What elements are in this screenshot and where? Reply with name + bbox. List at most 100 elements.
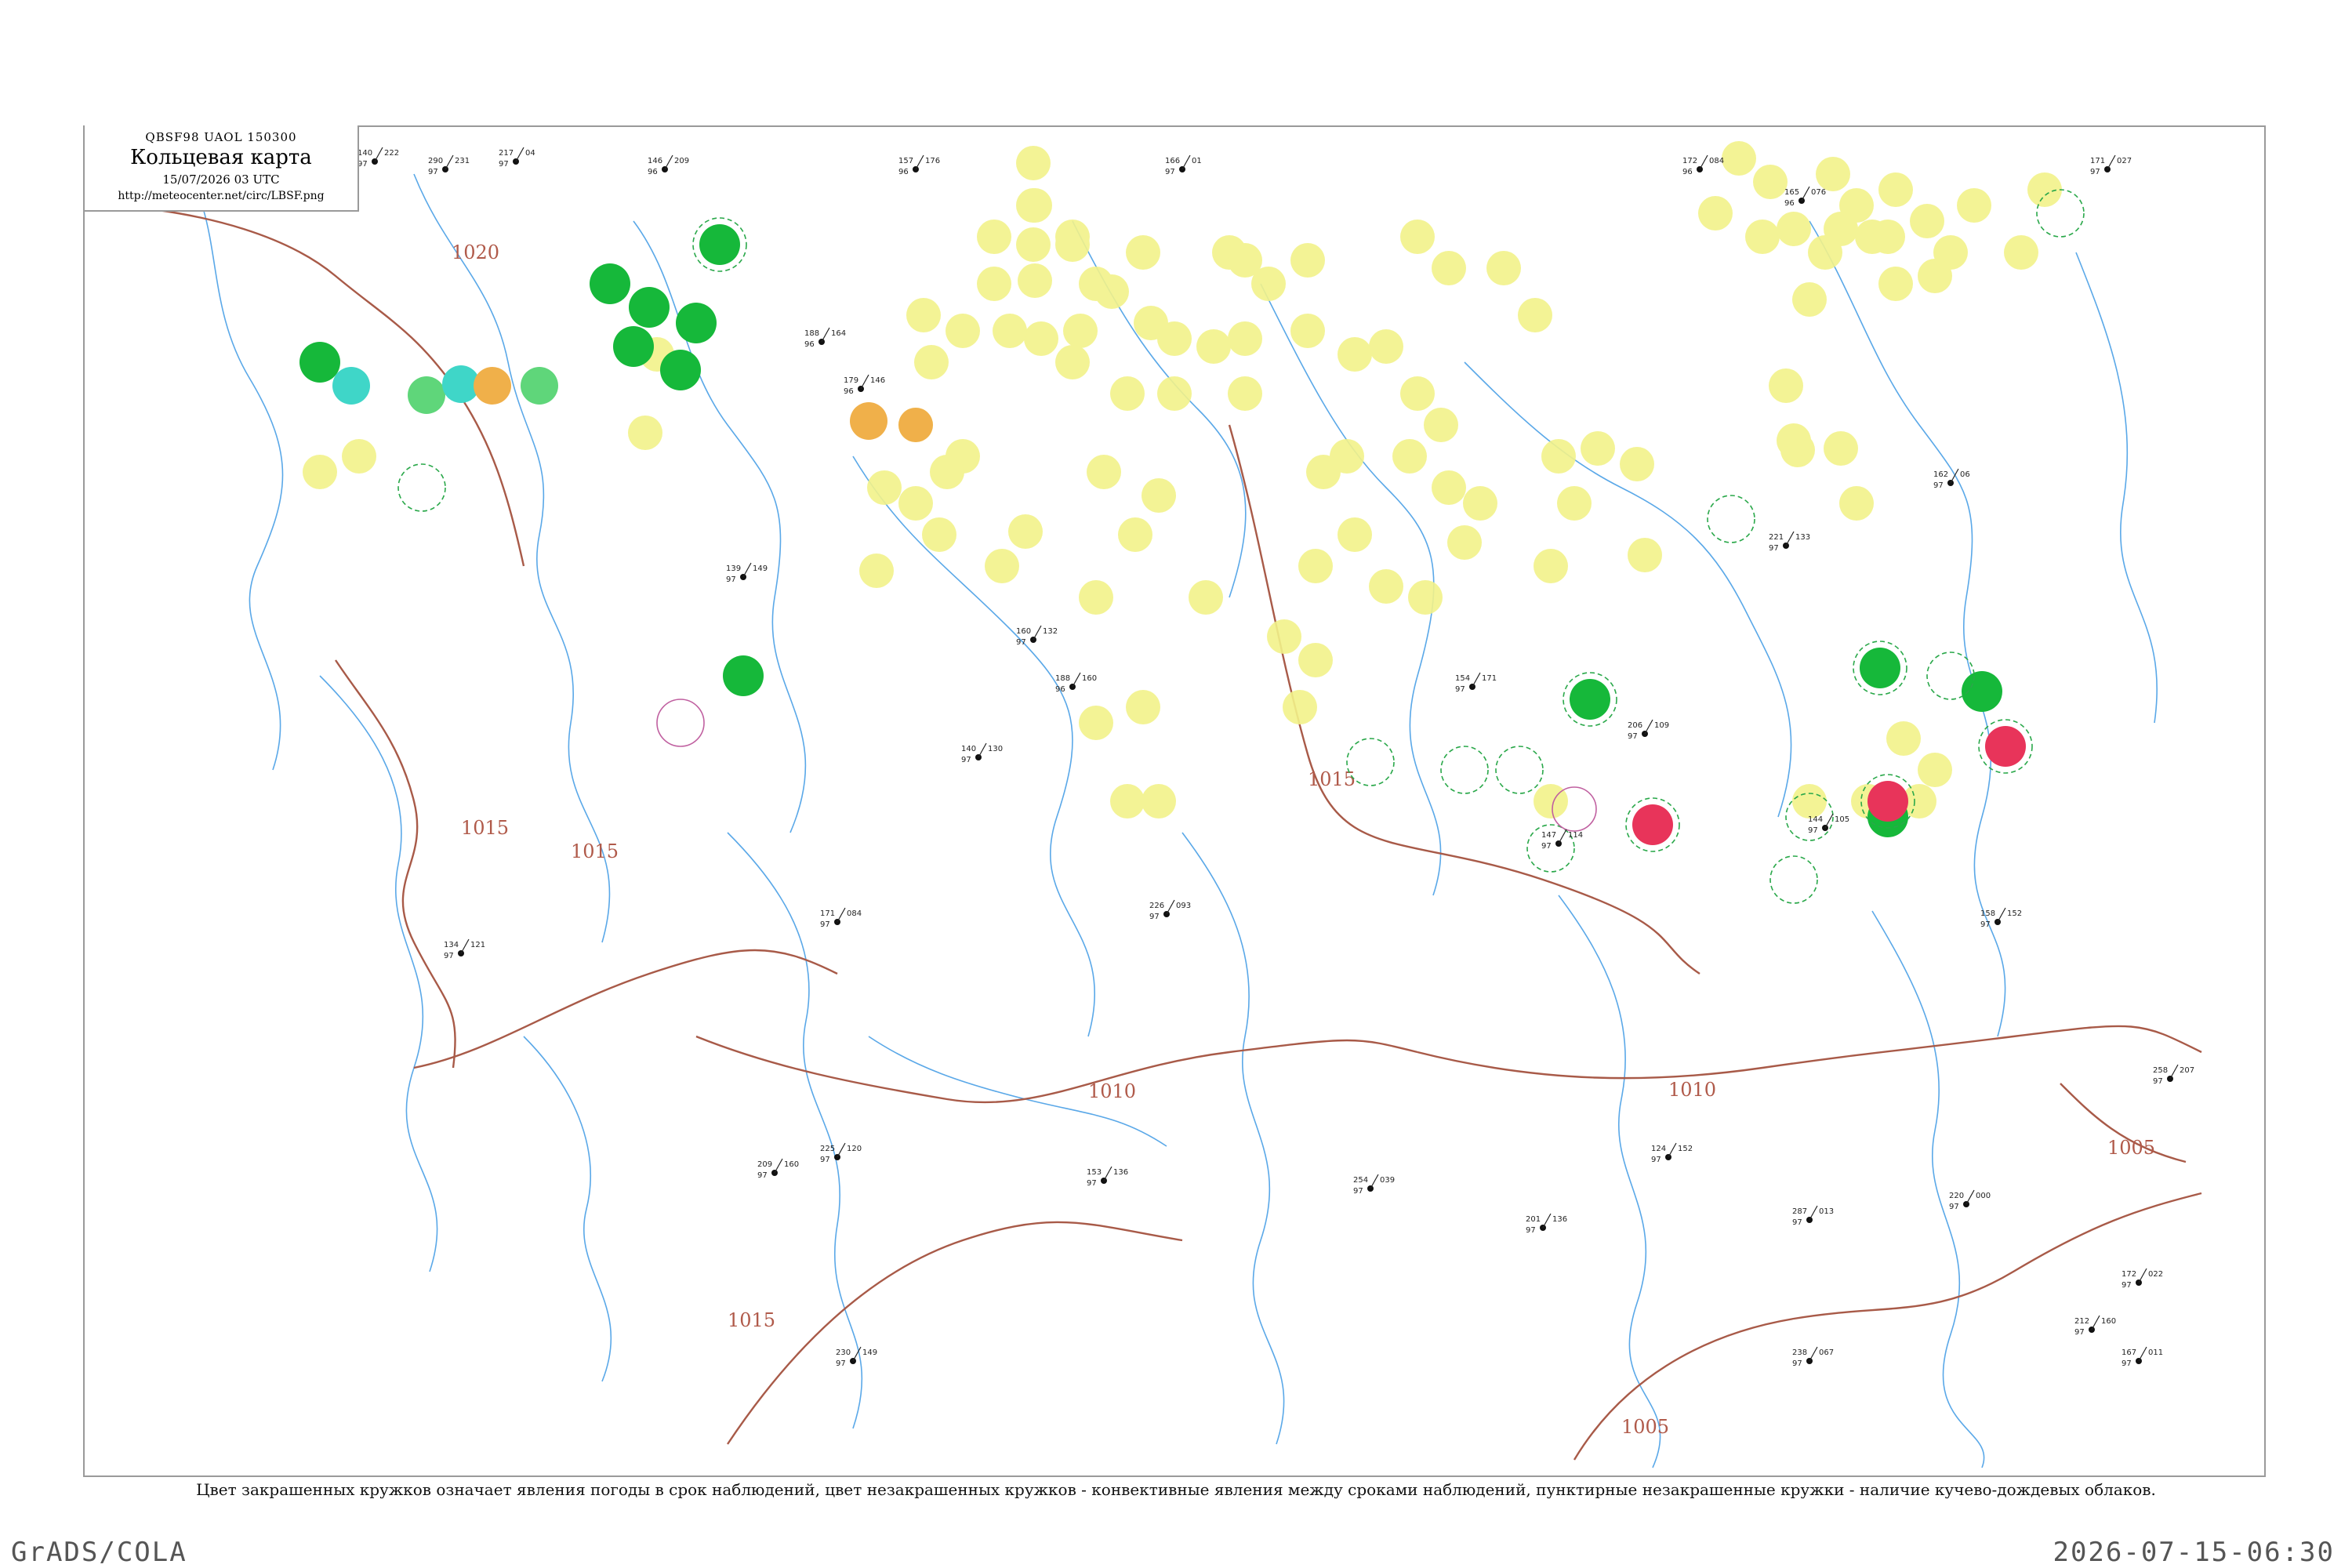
fog-circle — [1369, 569, 1403, 604]
svg-text:97: 97 — [757, 1171, 768, 1180]
fog-circle — [1016, 146, 1051, 180]
svg-text:157: 157 — [898, 157, 913, 165]
svg-text:134: 134 — [444, 941, 459, 949]
synoptic-map: 1020 1015 1015 1015 1015 1010 1010 1005 … — [83, 125, 2266, 1477]
fog-circle — [1957, 188, 1991, 223]
svg-text:97: 97 — [820, 1156, 830, 1164]
fog-circle — [859, 554, 894, 588]
svg-text:140: 140 — [961, 745, 976, 753]
fog-circle — [1024, 321, 1058, 356]
fog-circle — [898, 486, 933, 521]
fog-circle — [1290, 243, 1325, 278]
fog-circle — [1722, 141, 1756, 176]
snow-circle — [850, 402, 887, 440]
svg-text:97: 97 — [726, 575, 736, 584]
svg-text:97: 97 — [2074, 1328, 2085, 1337]
svg-text:04: 04 — [525, 149, 535, 158]
svg-text:164: 164 — [831, 329, 846, 338]
fog-circle — [1298, 549, 1333, 583]
convective-ring — [656, 699, 705, 747]
station-model: 217 97 04 — [499, 147, 535, 169]
fog-circle — [1424, 408, 1458, 442]
isobar-label: 1005 — [1621, 1416, 1669, 1438]
fog-circle — [1134, 306, 1168, 340]
isobar-label: 1015 — [728, 1309, 775, 1331]
svg-text:201: 201 — [1526, 1215, 1541, 1224]
fog-circle — [1228, 243, 1262, 278]
svg-text:238: 238 — [1792, 1348, 1807, 1357]
snow-circle — [474, 367, 511, 405]
fog-circle — [1400, 376, 1435, 411]
svg-text:147: 147 — [1541, 831, 1556, 840]
station-model: 162 97 06 — [1933, 468, 1970, 490]
station-model: 147 97 114 — [1541, 829, 1583, 851]
svg-text:154: 154 — [1455, 674, 1470, 683]
thunderstorm-circle — [1985, 726, 2026, 767]
station-model: 206 97 109 — [1628, 719, 1669, 741]
svg-text:022: 022 — [2148, 1270, 2163, 1279]
station-model: 226 97 093 — [1149, 899, 1191, 921]
svg-text:06: 06 — [1960, 470, 1970, 479]
station-model: 153 97 136 — [1087, 1166, 1128, 1188]
fog-circle — [1018, 263, 1052, 298]
isobar-label: 1015 — [571, 840, 619, 862]
fog-circle — [1110, 376, 1145, 411]
bulletin-code: QBSF98 UAOL 150300 — [145, 130, 297, 144]
fog-circle — [914, 345, 949, 379]
fog-circle — [1698, 196, 1733, 230]
svg-text:97: 97 — [2153, 1077, 2163, 1086]
fog-circle — [1839, 486, 1874, 521]
fog-circle — [1918, 753, 1952, 787]
snow-circle — [898, 408, 933, 442]
isobar-line — [413, 949, 838, 1069]
svg-text:97: 97 — [1792, 1359, 1802, 1368]
fog-circle — [1298, 643, 1333, 677]
fog-circle — [1518, 298, 1552, 332]
svg-text:97: 97 — [1980, 920, 1991, 929]
station-model: 165 96 076 — [1784, 186, 1826, 208]
fog-circle — [1824, 431, 1858, 466]
station-model: 172 96 084 — [1682, 154, 1724, 176]
fog-circle — [1808, 235, 1842, 270]
rain-circle — [1860, 648, 1900, 688]
svg-text:171: 171 — [820, 909, 835, 918]
cb-ring — [1769, 855, 1818, 904]
svg-text:96: 96 — [804, 340, 815, 349]
svg-text:120: 120 — [847, 1145, 862, 1153]
map-title: Кольцевая карта — [130, 146, 312, 169]
fog-circle — [342, 439, 376, 474]
fog-circle — [993, 314, 1027, 348]
svg-text:97: 97 — [1949, 1203, 1959, 1211]
svg-text:97: 97 — [836, 1359, 846, 1368]
fog-circle — [977, 220, 1011, 254]
svg-text:162: 162 — [1933, 470, 1948, 479]
svg-text:97: 97 — [1769, 544, 1779, 553]
fog-circle — [1792, 784, 1827, 818]
fog-circle — [985, 549, 1019, 583]
fog-circle — [1267, 619, 1301, 654]
fog-circle — [628, 416, 662, 450]
fog-circle — [1753, 165, 1788, 199]
cb-ring — [1440, 746, 1489, 794]
map-datetime: 15/07/2026 03 UTC — [162, 172, 280, 187]
svg-text:165: 165 — [1784, 188, 1799, 197]
svg-text:146: 146 — [648, 157, 662, 165]
fog-circle — [1408, 580, 1443, 615]
fog-circle — [1157, 376, 1192, 411]
svg-text:149: 149 — [862, 1348, 877, 1357]
fog-circle — [1369, 329, 1403, 364]
svg-text:225: 225 — [820, 1145, 835, 1153]
fog-circle — [906, 298, 941, 332]
fog-circle — [303, 455, 337, 489]
fog-circle — [1055, 227, 1090, 262]
svg-text:97: 97 — [1087, 1179, 1097, 1188]
fog-circle — [1910, 204, 1944, 238]
svg-text:171: 171 — [2090, 157, 2105, 165]
svg-text:97: 97 — [1651, 1156, 1661, 1164]
svg-text:067: 067 — [1819, 1348, 1834, 1357]
svg-text:97: 97 — [1628, 732, 1638, 741]
svg-text:97: 97 — [1792, 1218, 1802, 1227]
rain-circle — [590, 263, 630, 304]
fog-circle — [930, 455, 964, 489]
svg-text:222: 222 — [384, 149, 399, 158]
